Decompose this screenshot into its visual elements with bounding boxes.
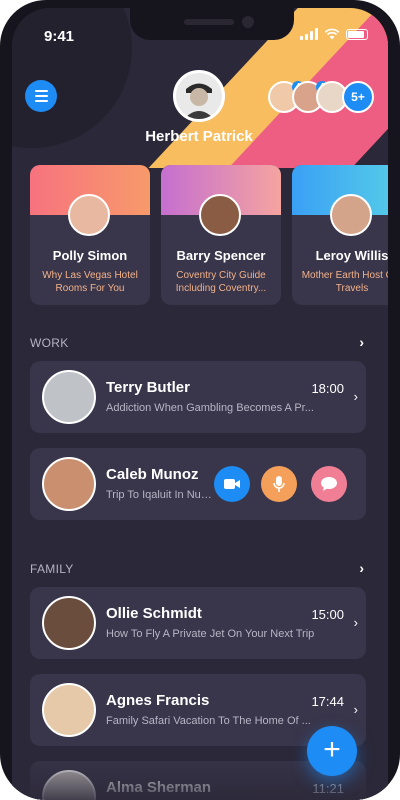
status-icons xyxy=(300,28,368,40)
chat-avatar xyxy=(42,370,96,424)
device-notch xyxy=(130,8,294,40)
chat-avatar xyxy=(42,770,96,800)
chat-time: 17:44 xyxy=(311,694,344,709)
video-camera-icon xyxy=(224,479,240,489)
story-avatar xyxy=(199,194,241,236)
section-title-work: WORK xyxy=(30,336,69,350)
chat-avatar xyxy=(42,683,96,737)
wifi-icon xyxy=(324,28,340,40)
group-more-button[interactable]: 5+ xyxy=(342,81,374,113)
menu-button[interactable] xyxy=(25,80,57,112)
chat-bubble-icon xyxy=(321,477,337,491)
phone-frame: 9:41 Herbert Patrick 4 4 5+ xyxy=(0,0,400,800)
chat-message: Addiction When Gambling Becomes A Pr... xyxy=(106,402,314,414)
chevron-right-icon: › xyxy=(353,615,358,630)
microphone-icon xyxy=(273,476,285,492)
chat-avatar xyxy=(42,596,96,650)
battery-icon xyxy=(346,28,368,40)
message-button[interactable] xyxy=(311,466,347,502)
story-name: Barry Spencer xyxy=(176,248,266,263)
chat-message: Family Safari Vacation To The Home Of ..… xyxy=(106,715,311,727)
chevron-right-icon[interactable]: › xyxy=(359,560,364,576)
video-call-button[interactable] xyxy=(214,466,250,502)
chevron-right-icon[interactable]: › xyxy=(359,334,364,350)
person-avatar-icon xyxy=(176,73,222,119)
profile-name: Herbert Patrick xyxy=(145,128,253,145)
status-time: 9:41 xyxy=(44,28,75,45)
section-title-family: FAMILY xyxy=(30,562,74,576)
story-subtitle: Mother Earth Host Our Travels xyxy=(301,270,388,294)
signal-icon xyxy=(300,28,318,40)
hamburger-menu-icon xyxy=(34,90,48,92)
chat-time: 18:00 xyxy=(311,381,344,396)
add-button[interactable]: + xyxy=(307,726,357,776)
chat-message: Trip To Iqaluit In Nunavut A Ca... xyxy=(106,489,216,501)
plus-icon: + xyxy=(323,733,341,766)
voice-call-button[interactable] xyxy=(261,466,297,502)
chat-name: Agnes Francis xyxy=(106,692,210,709)
story-subtitle: Coventry City Guide Including Coventry..… xyxy=(175,270,267,294)
chat-name: Terry Butler xyxy=(106,379,190,396)
chat-message: How To Fly A Private Jet On Your Next Tr… xyxy=(106,628,315,640)
chat-name: Alma Sherman xyxy=(106,779,212,796)
story-name: Polly Simon xyxy=(52,248,128,263)
chat-item[interactable]: Ollie Schmidt 15:00 How To Fly A Private… xyxy=(30,587,366,659)
chat-name: Caleb Munoz xyxy=(106,466,199,483)
chat-item[interactable]: Terry Butler 18:00 Addiction When Gambli… xyxy=(30,361,366,433)
story-card[interactable]: Barry Spencer Coventry City Guide Includ… xyxy=(161,165,281,305)
chevron-right-icon: › xyxy=(353,702,358,717)
chat-time: 11:21 xyxy=(312,781,344,796)
chat-item[interactable]: Caleb Munoz Trip To Iqaluit In Nunavut A… xyxy=(30,448,366,520)
chat-avatar xyxy=(42,457,96,511)
story-avatar xyxy=(330,194,372,236)
chat-time: 15:00 xyxy=(311,607,344,622)
story-avatar xyxy=(68,194,110,236)
group-avatars[interactable]: 4 4 5+ xyxy=(268,81,378,115)
story-subtitle: Why Las Vegas Hotel Rooms For You xyxy=(42,270,138,294)
story-name: Leroy Willis xyxy=(315,248,388,263)
story-card[interactable]: Leroy Willis Mother Earth Host Our Trave… xyxy=(292,165,388,305)
app-screen: 9:41 Herbert Patrick 4 4 5+ xyxy=(12,8,388,800)
chevron-right-icon: › xyxy=(353,389,358,404)
chat-name: Ollie Schmidt xyxy=(106,605,202,622)
profile-avatar[interactable] xyxy=(173,70,225,122)
story-card[interactable]: Polly Simon Why Las Vegas Hotel Rooms Fo… xyxy=(30,165,150,305)
